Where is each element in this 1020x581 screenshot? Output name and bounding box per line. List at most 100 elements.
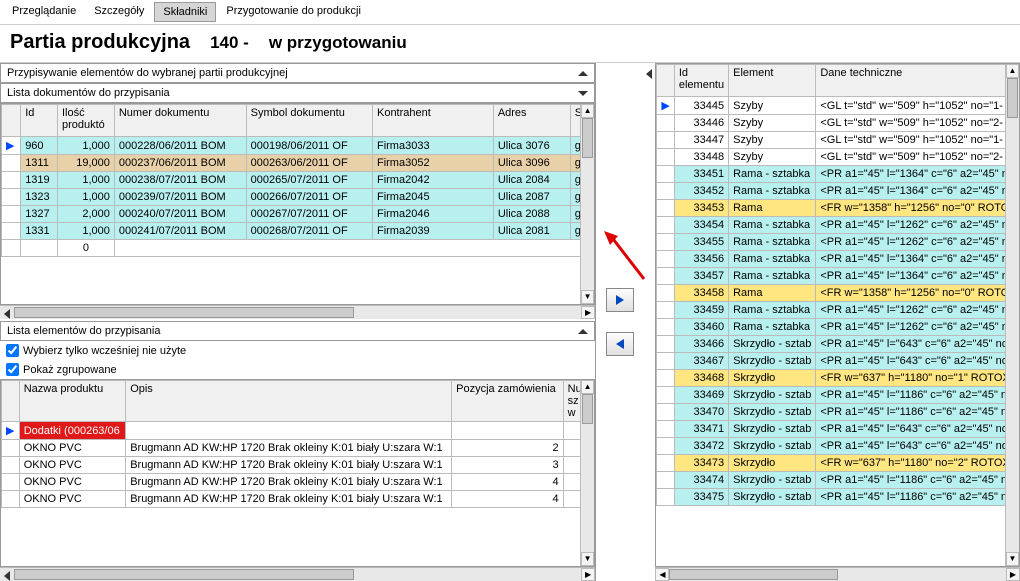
arrow-left-icon: [613, 337, 627, 351]
horizontal-scrollbar[interactable]: ▶: [0, 567, 595, 581]
table-row[interactable]: 33451Rama - sztabka<PR a1="45" l="1364" …: [657, 166, 1019, 183]
table-row[interactable]: 33460Rama - sztabka<PR a1="45" l="1262" …: [657, 319, 1019, 336]
table-row[interactable]: 131119,000000237/06/2011 BOM000263/06/20…: [2, 155, 594, 172]
scroll-thumb[interactable]: [14, 307, 354, 318]
scroll-up-button[interactable]: ▲: [581, 380, 594, 394]
scroll-thumb[interactable]: [1007, 78, 1018, 118]
table-row[interactable]: OKNO PVCBrugmann AD KW:HP 1720 Brak okle…: [2, 474, 594, 491]
page-title: Partia produkcyjna: [10, 31, 190, 54]
table-row[interactable]: 33453Rama<FR w="1358" h="1256" no="0" RO…: [657, 200, 1019, 217]
caret-up-icon: [578, 329, 588, 334]
table-row[interactable]: 33469Skrzydło - sztab<PR a1="45" l="1186…: [657, 387, 1019, 404]
table-row[interactable]: 33446Szyby<GL t="std" w="509" h="1052" n…: [657, 115, 1019, 132]
col-header[interactable]: Dane techniczne: [816, 65, 1019, 97]
panel-elem-list[interactable]: Lista elementów do przypisania: [0, 321, 595, 341]
table-row[interactable]: 33458Rama<FR w="1358" h="1256" no="0" RO…: [657, 285, 1019, 302]
scroll-right-button[interactable]: ▶: [581, 306, 595, 319]
col-header[interactable]: Symbol dokumentu: [246, 105, 372, 137]
table-row[interactable]: 33472Skrzydło - sztab<PR a1="45" l="643"…: [657, 438, 1019, 455]
scroll-up-button[interactable]: ▲: [1006, 64, 1019, 78]
scroll-left-button[interactable]: ◀: [655, 568, 669, 581]
table-row[interactable]: 33466Skrzydło - sztab<PR a1="45" l="643"…: [657, 336, 1019, 353]
move-right-button[interactable]: [606, 288, 634, 312]
scroll-thumb[interactable]: [669, 569, 837, 580]
tab-szczegoly[interactable]: Szczegóły: [86, 2, 152, 22]
col-header[interactable]: Pozycja zamówienia: [452, 381, 564, 422]
col-header[interactable]: Opis: [126, 381, 452, 422]
tab-bar: Przeglądanie Szczegóły Składniki Przygot…: [0, 0, 1020, 24]
row-pointer-icon: ▶: [6, 140, 14, 152]
checkbox-grouped[interactable]: [6, 363, 19, 376]
tab-skladniki[interactable]: Składniki: [154, 2, 216, 22]
col-header[interactable]: Id elementu: [674, 65, 728, 97]
col-header[interactable]: Ilość produktó: [57, 105, 114, 137]
vertical-scrollbar[interactable]: ▲ ▼: [580, 380, 594, 566]
col-header[interactable]: Adres: [493, 105, 570, 137]
vertical-scrollbar[interactable]: ▲ ▼: [1005, 64, 1019, 566]
table-row[interactable]: 13231,000000239/07/2011 BOM000266/07/201…: [2, 189, 594, 206]
table-row[interactable]: ▶33445Szyby<GL t="std" w="509" h="1052" …: [657, 97, 1019, 115]
table-row[interactable]: 33468Skrzydło<FR w="637" h="1180" no="1"…: [657, 370, 1019, 387]
tab-przegladanie[interactable]: Przeglądanie: [4, 2, 84, 22]
col-header[interactable]: [2, 381, 20, 422]
tab-przygotowanie[interactable]: Przygotowanie do produkcji: [218, 2, 369, 22]
panel-doc-list[interactable]: Lista dokumentów do przypisania: [0, 83, 595, 103]
row-pointer-icon: ▶: [661, 100, 669, 112]
table-row[interactable]: OKNO PVCBrugmann AD KW:HP 1720 Brak okle…: [2, 491, 594, 508]
col-header[interactable]: Element: [729, 65, 816, 97]
col-header[interactable]: Kontrahent: [372, 105, 493, 137]
scroll-down-button[interactable]: ▼: [581, 290, 594, 304]
table-row[interactable]: 33456Rama - sztabka<PR a1="45" l="1364" …: [657, 251, 1019, 268]
table-row[interactable]: OKNO PVCBrugmann AD KW:HP 1720 Brak okle…: [2, 457, 594, 474]
collapse-left-icon[interactable]: [646, 69, 652, 79]
table-row[interactable]: 33454Rama - sztabka<PR a1="45" l="1262" …: [657, 217, 1019, 234]
table-row[interactable]: 33457Rama - sztabka<PR a1="45" l="1364" …: [657, 268, 1019, 285]
table-row[interactable]: 33475Skrzydło - sztab<PR a1="45" l="1186…: [657, 489, 1019, 506]
scroll-thumb[interactable]: [582, 394, 593, 424]
table-row[interactable]: 33452Rama - sztabka<PR a1="45" l="1364" …: [657, 183, 1019, 200]
elements-grid[interactable]: Nazwa produktuOpisPozycja zamówieniaNu s…: [1, 380, 594, 508]
col-header[interactable]: Id: [21, 105, 58, 137]
col-header[interactable]: Numer dokumentu: [114, 105, 246, 137]
checkbox-label: Pokaż zgrupowane: [23, 364, 117, 376]
caret-left-icon[interactable]: [4, 309, 10, 319]
horizontal-scrollbar[interactable]: ◀ ▶: [655, 567, 1020, 581]
table-row[interactable]: 33471Skrzydło - sztab<PR a1="45" l="643"…: [657, 421, 1019, 438]
table-row[interactable]: 33474Skrzydło - sztab<PR a1="45" l="1186…: [657, 472, 1019, 489]
table-row[interactable]: 33470Skrzydło - sztab<PR a1="45" l="1186…: [657, 404, 1019, 421]
documents-grid[interactable]: IdIlość produktóNumer dokumentuSymbol do…: [1, 104, 594, 257]
col-header[interactable]: [657, 65, 674, 97]
horizontal-scrollbar[interactable]: ▶: [0, 305, 595, 319]
table-row[interactable]: 33467Skrzydło - sztab<PR a1="45" l="643"…: [657, 353, 1019, 370]
assigned-elements-grid[interactable]: Id elementuElementDane techniczne▶33445S…: [656, 64, 1019, 506]
checkbox-unused-only[interactable]: [6, 344, 19, 357]
table-row[interactable]: 33448Szyby<GL t="std" w="509" h="1052" n…: [657, 149, 1019, 166]
footer-row: 0: [2, 240, 594, 257]
table-row[interactable]: 13191,000000238/07/2011 BOM000265/07/201…: [2, 172, 594, 189]
col-header[interactable]: [2, 105, 21, 137]
table-row[interactable]: OKNO PVCBrugmann AD KW:HP 1720 Brak okle…: [2, 440, 594, 457]
table-row[interactable]: 33473Skrzydło<FR w="637" h="1180" no="2"…: [657, 455, 1019, 472]
caret-up-icon: [578, 71, 588, 76]
table-row[interactable]: 13311,000000241/07/2011 BOM000268/07/201…: [2, 223, 594, 240]
vertical-scrollbar[interactable]: ▲ ▼: [580, 104, 594, 304]
table-row[interactable]: 33459Rama - sztabka<PR a1="45" l="1262" …: [657, 302, 1019, 319]
group-row[interactable]: ▶Dodatki (000263/06: [2, 422, 594, 440]
scroll-down-button[interactable]: ▼: [1006, 552, 1019, 566]
table-row[interactable]: 13272,000000240/07/2011 BOM000267/07/201…: [2, 206, 594, 223]
table-row[interactable]: 33447Szyby<GL t="std" w="509" h="1052" n…: [657, 132, 1019, 149]
panel-label: Przypisywanie elementów do wybranej part…: [7, 67, 288, 79]
scroll-down-button[interactable]: ▼: [581, 552, 594, 566]
scroll-up-button[interactable]: ▲: [581, 104, 594, 118]
scroll-thumb[interactable]: [582, 118, 593, 158]
scroll-thumb[interactable]: [14, 569, 354, 580]
scroll-right-button[interactable]: ▶: [1006, 568, 1020, 581]
caret-left-icon[interactable]: [4, 571, 10, 581]
table-row[interactable]: 33455Rama - sztabka<PR a1="45" l="1262" …: [657, 234, 1019, 251]
col-header[interactable]: Nazwa produktu: [19, 381, 125, 422]
scroll-right-button[interactable]: ▶: [581, 568, 595, 581]
move-left-button[interactable]: [606, 332, 634, 356]
arrow-right-icon: [613, 293, 627, 307]
table-row[interactable]: ▶9601,000000228/06/2011 BOM000198/06/201…: [2, 137, 594, 155]
panel-assign-elements[interactable]: Przypisywanie elementów do wybranej part…: [0, 63, 595, 83]
